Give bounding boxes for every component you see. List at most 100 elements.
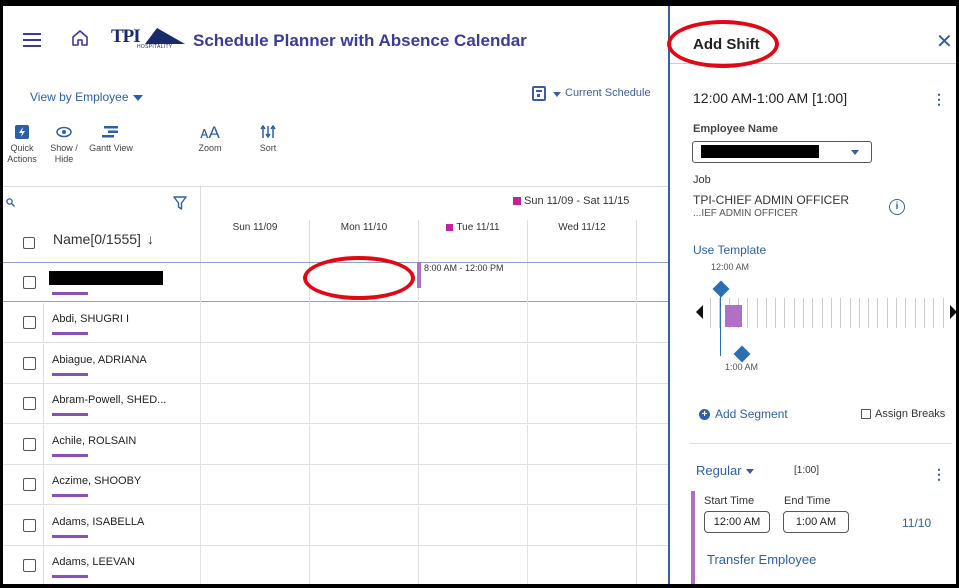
schedule-cell[interactable] [309,303,418,343]
hamburger-menu-icon[interactable] [23,33,41,47]
schedule-cell[interactable] [309,343,418,384]
schedule-cell[interactable] [418,424,527,465]
end-time-input[interactable]: 1:00 AM [783,511,849,533]
schedule-cell[interactable] [418,465,527,505]
view-by-dropdown[interactable]: View by Employee [30,90,143,104]
employee-name[interactable]: Achile, ROLSAIN [52,435,136,447]
table-row[interactable]: Aczime, SHOOBY [3,465,668,505]
show-hide-button[interactable]: Show / Hide [43,121,85,165]
more-options-icon[interactable]: ⋮ [932,466,946,483]
schedule-cell[interactable] [527,263,636,303]
schedule-cell[interactable] [527,424,636,465]
employee-name[interactable]: Adams, ISABELLA [52,516,144,528]
employee-name[interactable]: Abdi, SHUGRI I [52,313,129,325]
start-time-input[interactable]: 12:00 AM [704,511,770,533]
shift-bar[interactable] [417,262,421,288]
eye-icon [56,126,72,138]
schedule-cell[interactable] [200,303,309,343]
row-checkbox[interactable] [23,397,36,410]
schedule-cell[interactable] [418,303,527,343]
employee-name[interactable]: Abram-Powell, SHED... [52,394,166,406]
schedule-cell[interactable] [636,424,668,465]
schedule-cell[interactable] [527,505,636,546]
add-segment-button[interactable]: + Add Segment [699,407,788,421]
segment-date[interactable]: 11/10 [902,516,931,530]
schedule-cell[interactable] [527,465,636,505]
schedule-cell[interactable] [636,263,668,303]
timeline-segment[interactable] [725,305,742,327]
row-checkbox[interactable] [23,356,36,370]
schedule-cell[interactable] [200,546,309,584]
info-icon[interactable]: i [889,199,905,215]
select-all-checkbox[interactable] [23,237,35,249]
schedule-cell[interactable] [636,384,668,424]
schedule-cell[interactable] [527,303,636,343]
employee-name[interactable]: Abiague, ADRIANA [52,354,147,366]
row-checkbox[interactable] [23,437,36,451]
current-schedule-label[interactable]: Current Schedule [565,87,668,99]
filter-icon[interactable] [173,196,187,210]
close-icon[interactable]: ✕ [936,32,953,52]
schedule-cell[interactable] [636,465,668,505]
schedule-cell[interactable] [636,505,668,546]
schedule-cell[interactable] [200,465,309,505]
start-handle-icon[interactable] [712,280,730,298]
more-options-icon[interactable]: ⋮ [932,91,946,108]
end-handle-icon[interactable] [733,345,751,363]
highlight-ellipse [667,20,779,68]
schedule-cell[interactable] [418,384,527,424]
table-row[interactable]: Adams, LEEVAN [3,546,668,584]
schedule-cell[interactable] [527,384,636,424]
schedule-cell[interactable] [527,546,636,584]
use-template-link[interactable]: Use Template [693,243,766,257]
schedule-cell[interactable] [200,343,309,384]
row-checkbox[interactable] [23,478,36,491]
arrow-down-icon: ↓ [146,231,154,247]
schedule-cell[interactable] [309,384,418,424]
segment-type-dropdown[interactable]: Regular [696,463,754,478]
employee-name[interactable]: Aczime, SHOOBY [52,475,141,487]
row-checkbox[interactable] [23,559,36,572]
transfer-employee-link[interactable]: Transfer Employee [707,552,816,567]
schedule-cell[interactable] [527,343,636,384]
chevron-down-icon[interactable] [553,92,561,97]
schedule-cell[interactable] [309,546,418,584]
sort-button[interactable]: Sort [253,121,283,154]
gantt-view-button[interactable]: Gantt View [85,121,137,154]
schedule-cell[interactable] [418,505,527,546]
row-checkbox[interactable] [23,316,36,329]
home-icon[interactable] [70,28,90,48]
schedule-cell[interactable] [636,303,668,343]
schedule-cell[interactable] [200,263,309,303]
schedule-cell[interactable] [418,343,527,384]
row-checkbox[interactable] [23,276,36,289]
zoom-button[interactable]: ᴀA Zoom [195,121,225,154]
schedule-cell[interactable] [200,384,309,424]
name-column-header[interactable]: Name[0/1555] ↓ [53,231,154,247]
table-row[interactable]: Abiague, ADRIANA [3,343,668,384]
row-checkbox[interactable] [23,518,36,532]
shift-timeline[interactable] [696,280,956,363]
timeline-right-arrow-icon[interactable] [950,305,956,319]
employee-select[interactable] [692,141,872,163]
table-row[interactable]: Abram-Powell, SHED... [3,384,668,424]
quick-actions-button[interactable]: Quick Actions [3,121,41,165]
schedule-cell[interactable] [200,505,309,546]
shift-time-label[interactable]: 8:00 AM - 12:00 PM [424,263,504,273]
search-icon[interactable] [6,198,15,210]
assign-breaks-checkbox[interactable] [861,409,871,419]
table-row[interactable]: Abdi, SHUGRI I [3,303,668,343]
chevron-down-icon [132,94,143,101]
schedule-cell[interactable] [200,424,309,465]
table-row[interactable]: Adams, ISABELLA [3,505,668,546]
schedule-cell[interactable] [636,343,668,384]
schedule-cell[interactable] [309,505,418,546]
calendar-icon[interactable] [532,86,546,101]
employee-name[interactable]: Adams, LEEVAN [52,556,135,568]
schedule-cell[interactable] [418,546,527,584]
schedule-cell[interactable] [636,546,668,584]
schedule-cell[interactable] [309,424,418,465]
timeline-left-arrow-icon[interactable] [696,305,703,319]
table-row[interactable]: Achile, ROLSAIN [3,424,668,465]
schedule-cell[interactable] [309,465,418,505]
